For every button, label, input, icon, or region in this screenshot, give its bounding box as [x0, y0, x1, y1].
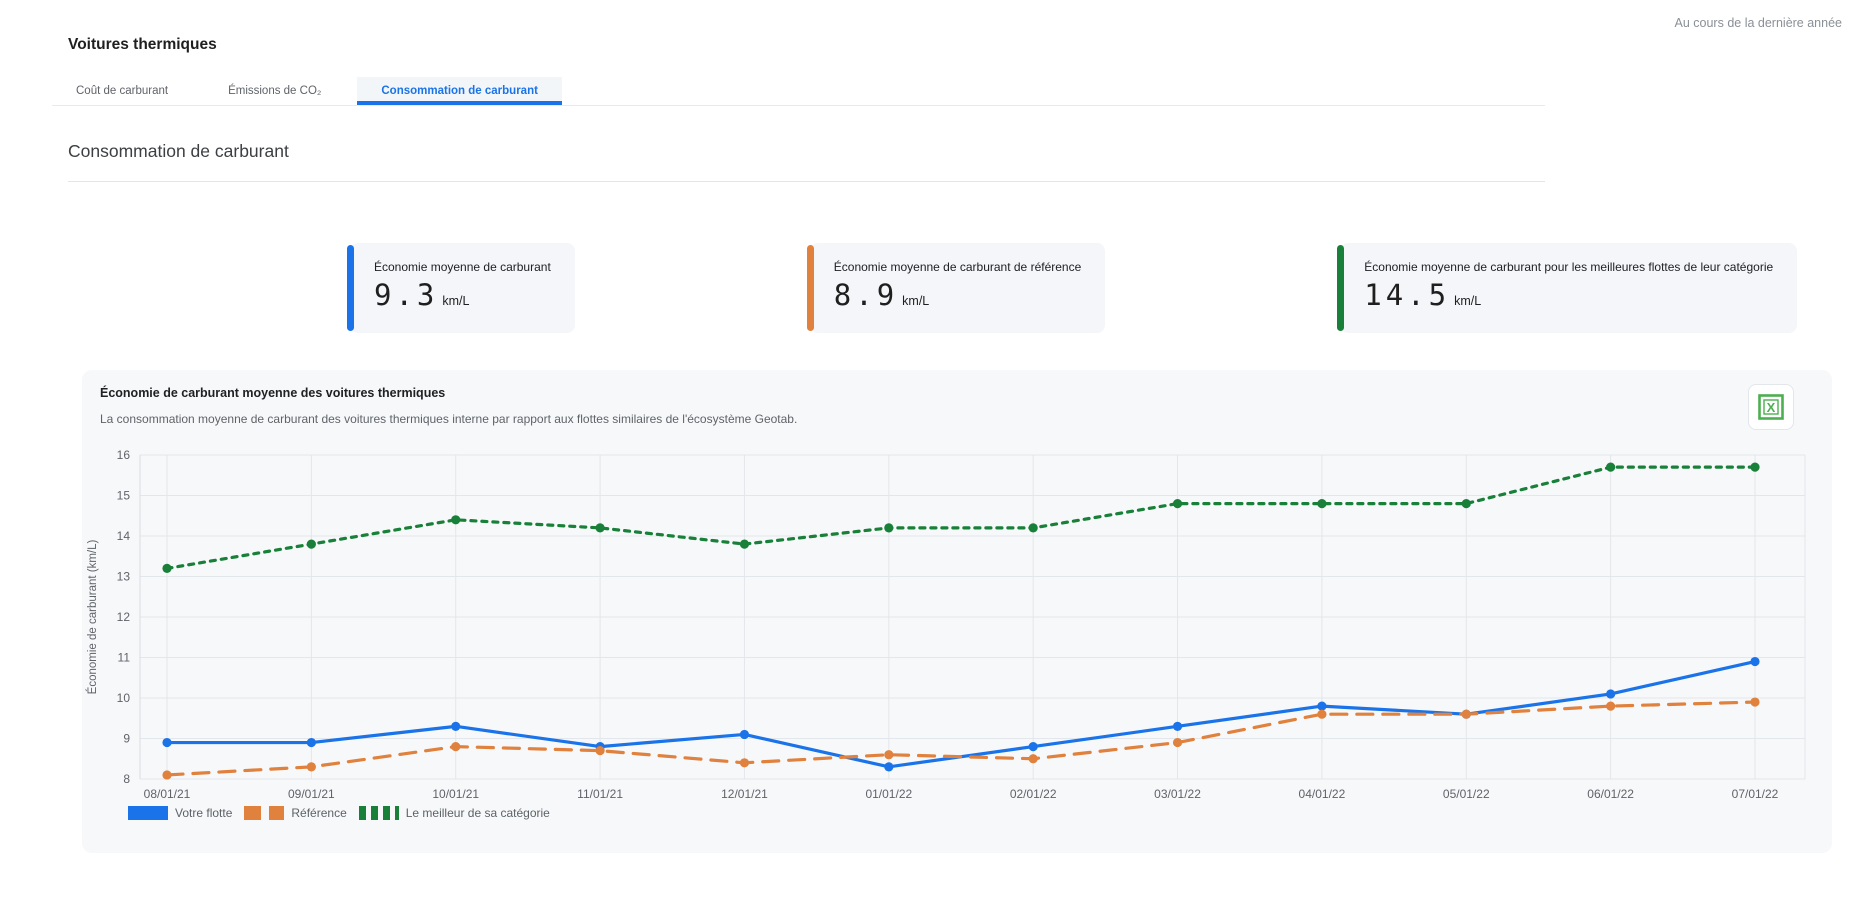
data-point-votre-flotte[interactable]: [1750, 657, 1759, 666]
y-tick-label: 15: [117, 489, 131, 503]
data-point-re-fe-rence[interactable]: [451, 742, 460, 751]
svg-text:X: X: [1767, 400, 1776, 415]
date-range-label: Au cours de la dernière année: [1675, 16, 1842, 30]
chart-panel: Économie de carburant moyenne des voitur…: [82, 370, 1832, 853]
kpi-value: 8.9: [834, 278, 898, 312]
legend-item-re-fe-rence[interactable]: Référence: [244, 806, 346, 820]
kpi-label: Économie moyenne de carburant: [374, 260, 551, 274]
y-tick-label: 8: [123, 772, 130, 786]
kpi-unit: km/L: [1454, 294, 1481, 308]
y-axis-label: Économie de carburant (km/L): [86, 539, 99, 694]
data-point-re-fe-rence[interactable]: [884, 750, 893, 759]
x-tick-label: 09/01/21: [288, 787, 335, 801]
data-point-re-fe-rence[interactable]: [162, 770, 171, 779]
data-point-le-meilleur-de-sa-cate-gorie[interactable]: [1462, 499, 1471, 508]
kpi-unit: km/L: [442, 294, 469, 308]
data-point-votre-flotte[interactable]: [1173, 722, 1182, 731]
series-line-le-meilleur-de-sa-cate-gorie: [167, 467, 1755, 568]
legend-swatch-re-fe-rence: [244, 806, 284, 820]
x-tick-label: 08/01/21: [144, 787, 191, 801]
excel-export-button[interactable]: X: [1748, 384, 1794, 430]
x-tick-label: 10/01/21: [432, 787, 479, 801]
x-tick-label: 11/01/21: [577, 787, 623, 801]
data-point-le-meilleur-de-sa-cate-gorie[interactable]: [1173, 499, 1182, 508]
kpi-card-e-conomie-moyenne-de-carburant-pour-les-: Économie moyenne de carburant pour les m…: [1340, 243, 1797, 333]
data-point-votre-flotte[interactable]: [740, 730, 749, 739]
x-tick-label: 12/01/21: [721, 787, 768, 801]
y-tick-label: 9: [123, 732, 130, 746]
legend-swatch-le-meilleur-de-sa-cate-gorie: [359, 806, 399, 820]
chart-subtitle: La consommation moyenne de carburant des…: [100, 412, 797, 426]
y-tick-label: 13: [117, 570, 131, 584]
data-point-re-fe-rence[interactable]: [1606, 702, 1615, 711]
data-point-re-fe-rence[interactable]: [307, 762, 316, 771]
x-tick-label: 06/01/22: [1587, 787, 1634, 801]
chart-title: Économie de carburant moyenne des voitur…: [100, 386, 445, 400]
section-title: Consommation de carburant: [68, 141, 289, 162]
legend-swatch-votre-flotte: [128, 806, 168, 820]
kpi-accent-bar: [347, 245, 354, 331]
data-point-re-fe-rence[interactable]: [1317, 710, 1326, 719]
data-point-re-fe-rence[interactable]: [595, 746, 604, 755]
tab-consommation-de-carburant[interactable]: Consommation de carburant: [357, 77, 562, 105]
legend-item-votre-flotte[interactable]: Votre flotte: [128, 806, 232, 820]
x-tick-label: 02/01/22: [1010, 787, 1057, 801]
data-point-votre-flotte[interactable]: [1029, 742, 1038, 751]
data-point-re-fe-rence[interactable]: [1173, 738, 1182, 747]
kpi-card-e-conomie-moyenne-de-carburant-de-re-fe-: Économie moyenne de carburant de référen…: [810, 243, 1105, 333]
tab-e-missions-de-co2[interactable]: Émissions de CO₂: [204, 77, 345, 105]
data-point-le-meilleur-de-sa-cate-gorie[interactable]: [451, 515, 460, 524]
data-point-re-fe-rence[interactable]: [740, 758, 749, 767]
data-point-re-fe-rence[interactable]: [1750, 697, 1759, 706]
y-tick-label: 12: [117, 610, 131, 624]
section-divider: [68, 181, 1545, 182]
data-point-le-meilleur-de-sa-cate-gorie[interactable]: [1317, 499, 1326, 508]
data-point-le-meilleur-de-sa-cate-gorie[interactable]: [595, 523, 604, 532]
kpi-cards-row: Économie moyenne de carburant9.3km/LÉcon…: [350, 243, 1797, 333]
data-point-le-meilleur-de-sa-cate-gorie[interactable]: [162, 564, 171, 573]
data-point-le-meilleur-de-sa-cate-gorie[interactable]: [1029, 523, 1038, 532]
data-point-re-fe-rence[interactable]: [1029, 754, 1038, 763]
kpi-label: Économie moyenne de carburant de référen…: [834, 260, 1081, 274]
kpi-accent-bar: [1337, 245, 1344, 331]
legend-label: Votre flotte: [175, 806, 232, 820]
y-tick-label: 10: [117, 691, 131, 705]
kpi-accent-bar: [807, 245, 814, 331]
kpi-value: 14.5: [1364, 278, 1450, 312]
data-point-le-meilleur-de-sa-cate-gorie[interactable]: [740, 540, 749, 549]
x-tick-label: 04/01/22: [1299, 787, 1346, 801]
y-tick-label: 14: [117, 529, 131, 543]
data-point-le-meilleur-de-sa-cate-gorie[interactable]: [884, 523, 893, 532]
data-point-le-meilleur-de-sa-cate-gorie[interactable]: [307, 540, 316, 549]
data-point-votre-flotte[interactable]: [1317, 702, 1326, 711]
data-point-votre-flotte[interactable]: [307, 738, 316, 747]
line-chart[interactable]: 8 9 10 11 12 13 14 15 16 08/01/21 09/01/21 10/01/21…: [82, 432, 1832, 810]
page-title: Voitures thermiques: [68, 36, 217, 54]
x-tick-label: 03/01/22: [1154, 787, 1201, 801]
x-tick-label: 05/01/22: [1443, 787, 1490, 801]
data-point-votre-flotte[interactable]: [1606, 689, 1615, 698]
excel-icon: X: [1757, 393, 1785, 421]
kpi-value: 9.3: [374, 278, 438, 312]
y-tick-label: 11: [118, 651, 131, 665]
tab-bar: Coût de carburant Émissions de CO₂ Consomm…: [52, 77, 1545, 106]
y-tick-label: 16: [117, 448, 131, 462]
chart-legend: Votre flotte Référence Le meilleur de sa c…: [128, 806, 550, 820]
kpi-unit: km/L: [902, 294, 929, 308]
data-point-re-fe-rence[interactable]: [1462, 710, 1471, 719]
legend-item-le-meilleur-de-sa-cate-gorie[interactable]: Le meilleur de sa catégorie: [359, 806, 550, 820]
data-point-le-meilleur-de-sa-cate-gorie[interactable]: [1750, 463, 1759, 472]
data-point-votre-flotte[interactable]: [162, 738, 171, 747]
legend-label: Le meilleur de sa catégorie: [406, 806, 550, 820]
x-tick-label: 01/01/22: [865, 787, 912, 801]
x-tick-label: 07/01/22: [1732, 787, 1779, 801]
legend-label: Référence: [291, 806, 346, 820]
series-line-votre-flotte: [167, 662, 1755, 767]
tab-cou-t-de-carburant[interactable]: Coût de carburant: [52, 77, 192, 105]
data-point-le-meilleur-de-sa-cate-gorie[interactable]: [1606, 463, 1615, 472]
data-point-votre-flotte[interactable]: [451, 722, 460, 731]
kpi-label: Économie moyenne de carburant pour les m…: [1364, 260, 1773, 274]
data-point-votre-flotte[interactable]: [884, 762, 893, 771]
kpi-card-e-conomie-moyenne-de-carburant: Économie moyenne de carburant 9.3 km/L: [350, 243, 575, 333]
